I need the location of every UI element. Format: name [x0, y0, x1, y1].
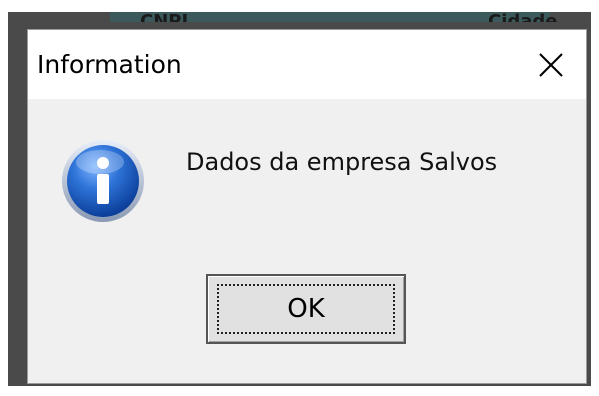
- background-cidade-label: Cidade: [488, 11, 558, 22]
- screen: CNPJ Cidade Information Dados da empresa…: [0, 0, 599, 396]
- information-icon: [62, 140, 144, 222]
- close-button[interactable]: [516, 30, 586, 99]
- ok-button[interactable]: OK: [206, 274, 406, 344]
- dialog-title: Information: [37, 50, 182, 79]
- background-cnpj-label: CNPJ: [140, 11, 189, 22]
- ok-button-label: OK: [287, 294, 325, 324]
- dialog-message: Dados da empresa Salvos: [186, 148, 498, 176]
- information-dialog: Information Dados da empresa Salvos OK: [27, 29, 587, 384]
- dialog-titlebar[interactable]: Information: [28, 30, 586, 99]
- close-icon: [539, 52, 563, 77]
